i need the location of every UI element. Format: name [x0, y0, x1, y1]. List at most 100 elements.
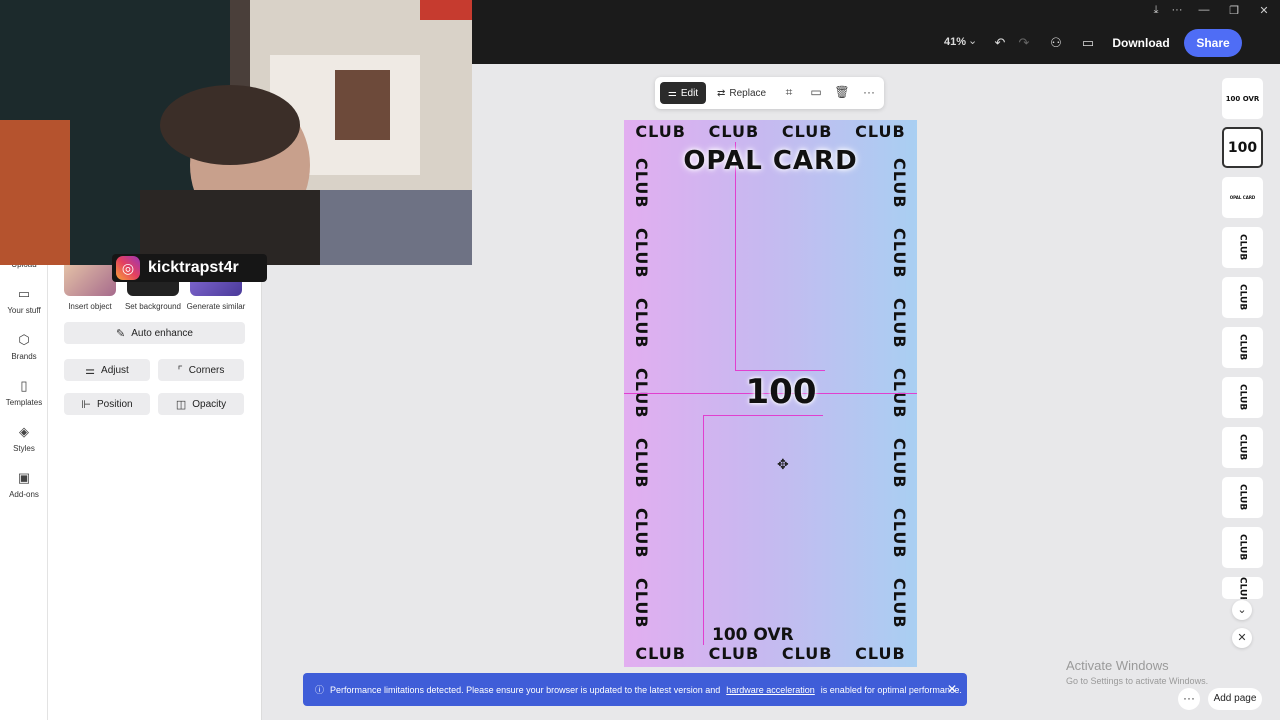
- webcam-feed: [0, 0, 472, 265]
- rail-label: Your stuff: [7, 306, 41, 315]
- chevron-down-icon[interactable]: ⌄: [1232, 600, 1252, 620]
- club-text: CLUB: [890, 507, 909, 559]
- notice-text-after: is enabled for optimal performance.: [820, 684, 962, 695]
- redo-icon[interactable]: ↷: [1014, 33, 1034, 53]
- minimize-icon[interactable]: —: [1197, 4, 1211, 16]
- more-icon[interactable]: ···: [861, 85, 877, 99]
- close-icon[interactable]: ✕: [947, 682, 957, 696]
- page-thumb[interactable]: CLUB: [1222, 527, 1263, 568]
- club-text: CLUB: [781, 122, 833, 141]
- replace-label: Replace: [729, 87, 767, 99]
- rail-brands[interactable]: ⬡ Brands: [0, 332, 48, 361]
- club-text: CLUB: [855, 644, 906, 663]
- position-icon: ⊩: [81, 398, 91, 411]
- adjust-button[interactable]: ⚌ Adjust: [64, 359, 150, 381]
- alignment-guide: [703, 415, 823, 416]
- club-text: CLUB: [632, 227, 651, 279]
- download-button[interactable]: Download: [1108, 29, 1174, 57]
- adjust-label: Adjust: [101, 364, 129, 376]
- rail-label: Templates: [5, 398, 43, 407]
- instagram-handle: kicktrapst4r: [148, 259, 239, 276]
- undo-icon[interactable]: ↶: [990, 33, 1010, 53]
- page-thumb-label: OPAL CARD: [1229, 195, 1256, 200]
- notice-text-before: Performance limitations detected. Please…: [330, 684, 721, 695]
- opacity-button[interactable]: ◫ Opacity: [158, 393, 244, 415]
- corners-button[interactable]: ⌜ Corners: [158, 359, 244, 381]
- replace-button[interactable]: ⇄ Replace: [717, 82, 766, 104]
- chevron-down-icon[interactable]: ⌄: [968, 34, 977, 47]
- templates-icon: ▯: [20, 378, 28, 393]
- rail-addons[interactable]: ▣ Add-ons: [0, 470, 48, 499]
- add-page-button[interactable]: Add page: [1208, 688, 1262, 710]
- club-text: CLUB: [890, 437, 909, 489]
- hardware-acceleration-link[interactable]: hardware acceleration: [726, 685, 815, 695]
- club-text: CLUB: [708, 644, 760, 663]
- page-thumb[interactable]: 100 OVR: [1222, 78, 1263, 119]
- card-title[interactable]: OPAL CARD: [624, 146, 917, 176]
- crop-icon[interactable]: ⌗: [781, 85, 797, 100]
- card-ovr[interactable]: 100 OVR: [712, 625, 794, 645]
- generate-similar-label: Generate similar: [186, 302, 246, 311]
- club-text: CLUB: [708, 122, 760, 141]
- club-bottom-row: CLUB CLUB CLUB CLUB: [624, 644, 917, 663]
- alignment-guide: [735, 370, 825, 371]
- alignment-guide: [703, 415, 704, 645]
- club-text: CLUB: [632, 577, 651, 629]
- page-thumb[interactable]: OPAL CARD: [1222, 177, 1263, 218]
- rail-label: Styles: [13, 444, 35, 453]
- download-arrow-icon[interactable]: ⤓: [1149, 4, 1163, 17]
- move-cursor-icon: ✥: [777, 456, 789, 472]
- instagram-icon: ◎: [116, 256, 140, 280]
- club-text: CLUB: [635, 644, 686, 663]
- position-button[interactable]: ⊩ Position: [64, 393, 150, 415]
- info-icon: ⓘ: [315, 685, 325, 695]
- page-thumb[interactable]: CLUB: [1222, 277, 1263, 318]
- close-icon[interactable]: ✕: [1232, 628, 1252, 648]
- instagram-handle-badge: ◎ kicktrapst4r: [112, 254, 267, 282]
- page-thumb[interactable]: CLUB: [1222, 577, 1263, 599]
- replace-icon: ⇄: [717, 87, 726, 99]
- page-thumb-label: 100 OVR: [1225, 94, 1260, 103]
- webcam-overlay: [0, 0, 472, 265]
- page-thumb-label: 100: [1227, 139, 1258, 156]
- close-window-icon[interactable]: ✕: [1257, 4, 1271, 17]
- club-text: CLUB: [632, 437, 651, 489]
- auto-enhance-button[interactable]: ✎ Auto enhance: [64, 322, 245, 344]
- card-rating[interactable]: 100: [736, 372, 826, 412]
- page-thumb-selected[interactable]: 100: [1222, 127, 1263, 168]
- watermark-title: Activate Windows: [1066, 658, 1169, 673]
- watermark-subtitle: Go to Settings to activate Windows.: [1066, 676, 1209, 686]
- zoom-level[interactable]: 41%: [944, 36, 966, 48]
- design-card[interactable]: CLUB CLUB CLUB CLUB CLUB CLUB CLUB CLUB …: [624, 120, 917, 667]
- brand-icon: ⬡: [18, 332, 30, 347]
- rail-your-stuff[interactable]: ▭ Your stuff: [0, 286, 48, 315]
- page-thumb-label: CLUB: [1237, 434, 1248, 461]
- edit-button[interactable]: ⚌ Edit: [660, 82, 706, 104]
- page-thumb-label: CLUB: [1237, 577, 1248, 599]
- comment-icon[interactable]: ▭: [1078, 33, 1098, 53]
- opacity-icon: ◫: [175, 398, 187, 411]
- rail-templates[interactable]: ▯ Templates: [0, 378, 48, 407]
- page-thumb[interactable]: CLUB: [1222, 427, 1263, 468]
- more-options-button[interactable]: ···: [1178, 688, 1200, 710]
- page-thumb[interactable]: CLUB: [1222, 227, 1263, 268]
- auto-enhance-label: Auto enhance: [131, 327, 193, 339]
- more-icon[interactable]: ···: [1170, 4, 1184, 16]
- invite-icon[interactable]: ⚇: [1046, 33, 1066, 53]
- magic-wand-icon: ✎: [116, 327, 126, 340]
- rail-styles[interactable]: ◈ Styles: [0, 424, 48, 453]
- club-text: CLUB: [890, 297, 909, 349]
- folder-icon: ▭: [17, 286, 31, 301]
- restore-icon[interactable]: ❐: [1227, 4, 1241, 17]
- share-button[interactable]: Share: [1184, 29, 1242, 57]
- club-text: CLUB: [855, 122, 906, 141]
- corners-label: Corners: [188, 364, 225, 376]
- page-thumb[interactable]: CLUB: [1222, 477, 1263, 518]
- comment-icon[interactable]: ▭: [808, 85, 824, 99]
- page-thumb[interactable]: CLUB: [1222, 377, 1263, 418]
- page-thumb-label: CLUB: [1237, 484, 1248, 511]
- trash-icon[interactable]: 🗑: [834, 85, 850, 99]
- insert-object-thumb[interactable]: [64, 260, 116, 296]
- club-top-row: CLUB CLUB CLUB CLUB: [624, 122, 917, 141]
- page-thumb[interactable]: CLUB: [1222, 327, 1263, 368]
